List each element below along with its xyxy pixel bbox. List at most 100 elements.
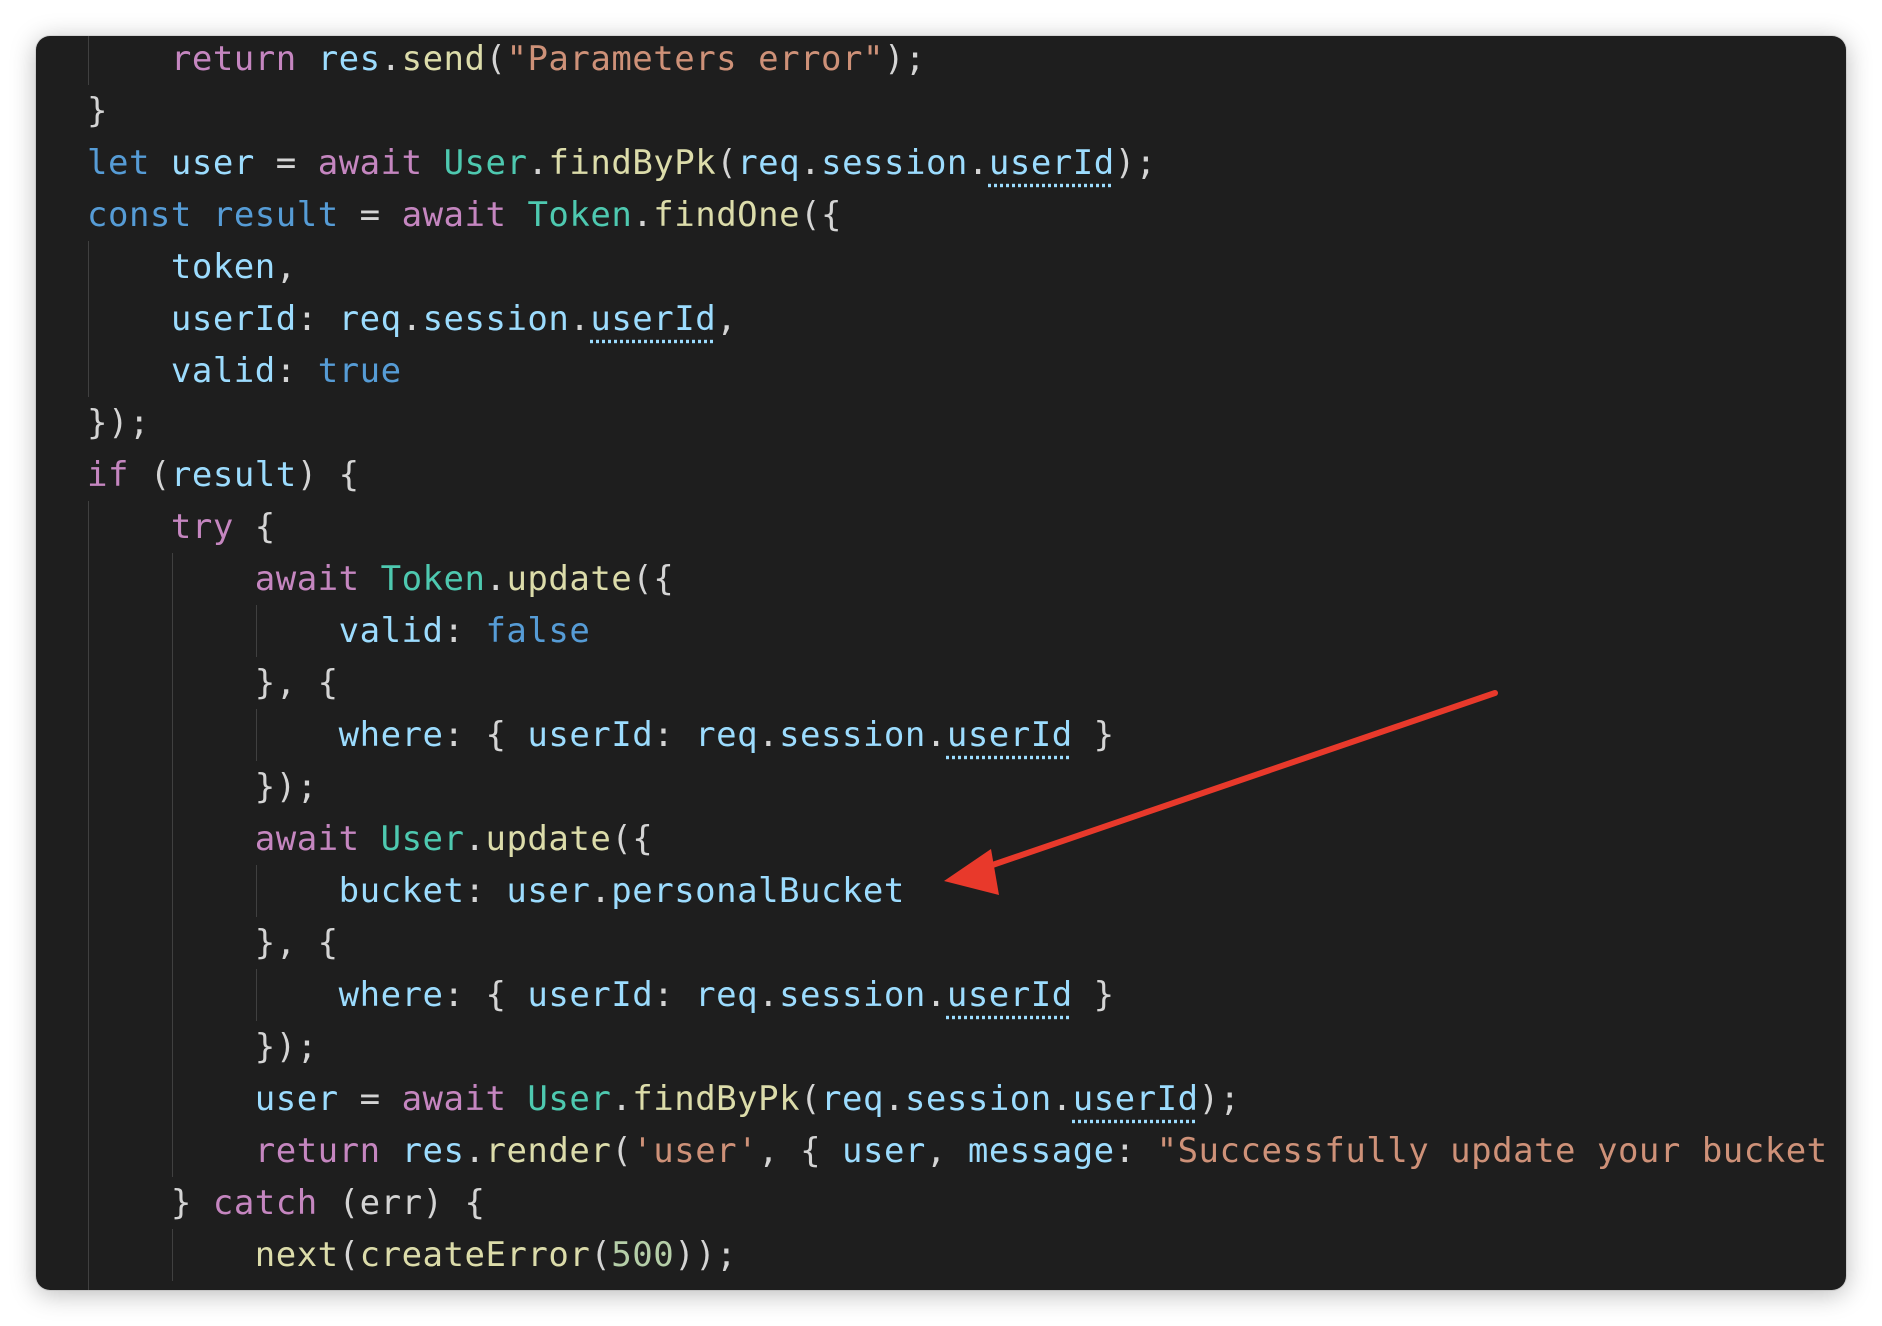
code-line[interactable]: try { <box>87 501 1846 553</box>
code-token: userId <box>946 975 1073 1015</box>
code-token: : { <box>443 715 528 755</box>
code-token: , { <box>758 1131 843 1171</box>
code-token: result <box>170 455 297 495</box>
code-token: user <box>254 1079 339 1119</box>
indent-guide <box>88 241 89 397</box>
code-line[interactable]: const result = await Token.findOne({ <box>87 189 1846 241</box>
code-token: : <box>1114 1131 1157 1171</box>
code-token: ( <box>485 39 507 79</box>
code-line[interactable]: token, <box>87 241 1846 293</box>
code-token: ( <box>611 1131 633 1171</box>
code-token: userId <box>946 715 1073 755</box>
code-token: if <box>87 455 129 495</box>
code-token: . <box>800 143 822 183</box>
code-line[interactable]: next(createError(500)); <box>87 1229 1846 1281</box>
code-token: (err) { <box>317 1183 486 1223</box>
code-line[interactable]: bucket: user.personalBucket <box>87 865 1846 917</box>
code-line[interactable]: if (result) { <box>87 449 1846 501</box>
code-token: const <box>87 195 192 235</box>
code-line[interactable]: where: { userId: req.session.userId } <box>87 969 1846 1021</box>
code-token: = <box>254 143 318 183</box>
code-line[interactable]: await User.update({ <box>87 813 1846 865</box>
code-token: update <box>506 559 633 599</box>
code-token: : <box>275 351 318 391</box>
code-token: . <box>758 975 780 1015</box>
code-token: res <box>317 39 381 79</box>
code-token: message <box>967 1131 1115 1171</box>
code-token: update <box>485 819 612 859</box>
code-line[interactable]: userId: req.session.userId, <box>87 293 1846 345</box>
code-line[interactable]: valid: true <box>87 345 1846 397</box>
code-token: . <box>485 559 507 599</box>
code-token: valid <box>170 351 276 391</box>
code-token: ({ <box>632 559 675 599</box>
code-token: req <box>821 1079 884 1119</box>
code-token: . <box>925 975 947 1015</box>
code-line[interactable]: } <box>87 85 1846 137</box>
code-editor[interactable]: return res.send("Parameters error");} let… <box>36 36 1846 1290</box>
code-line[interactable]: return res.send("Parameters error"); <box>87 36 1846 85</box>
code-token: User <box>527 1079 612 1119</box>
code-token: . <box>569 299 591 339</box>
code-token: valid <box>338 611 444 651</box>
code-token: { <box>233 507 276 547</box>
code-token: = <box>338 195 402 235</box>
code-line[interactable]: } catch (err) { <box>87 1177 1846 1229</box>
code-token: 'user' <box>632 1131 759 1171</box>
code-line[interactable]: }); <box>87 1021 1846 1073</box>
code-token: await <box>401 195 507 235</box>
code-line[interactable]: valid: false <box>87 605 1846 657</box>
code-token: Token <box>527 195 633 235</box>
code-token: token <box>170 247 276 287</box>
code-token: "Successfully update your bucket fr <box>1156 1131 1846 1171</box>
code-token: . <box>380 39 402 79</box>
code-lines[interactable]: return res.send("Parameters error");} let… <box>87 36 1846 1290</box>
code-token: , <box>925 1131 968 1171</box>
code-token: bucket <box>338 871 465 911</box>
code-token: } <box>87 91 108 131</box>
code-token: . <box>464 819 486 859</box>
code-token: res <box>401 1131 465 1171</box>
code-token: : <box>443 611 486 651</box>
code-token: . <box>883 1079 905 1119</box>
code-token: ); <box>1114 143 1157 183</box>
code-token: await <box>254 559 360 599</box>
code-token: req <box>338 299 402 339</box>
indent-guide <box>255 605 257 657</box>
code-token: catch <box>212 1183 318 1223</box>
code-token: where <box>338 715 444 755</box>
code-line[interactable]: }); <box>87 397 1846 449</box>
code-token: . <box>967 143 989 183</box>
code-line[interactable]: user = await User.findByPk(req.session.u… <box>87 1073 1846 1125</box>
code-token: session <box>422 299 570 339</box>
code-line[interactable]: } <box>87 1281 1846 1290</box>
code-token: ( <box>338 1235 360 1275</box>
code-token: userId <box>988 143 1115 183</box>
code-token: }, { <box>254 923 339 963</box>
code-token: . <box>758 715 780 755</box>
code-token: : <box>296 299 339 339</box>
code-line[interactable]: }, { <box>87 917 1846 969</box>
code-line[interactable]: where: { userId: req.session.userId } <box>87 709 1846 761</box>
code-line[interactable]: let user = await User.findByPk(req.sessi… <box>87 137 1846 189</box>
code-token: . <box>632 195 654 235</box>
indent-guide <box>88 36 89 85</box>
code-token: ) { <box>296 455 360 495</box>
code-line[interactable]: }); <box>87 761 1846 813</box>
code-token: next <box>254 1235 339 1275</box>
indent-guide <box>171 1229 173 1281</box>
code-line[interactable]: await Token.update({ <box>87 553 1846 605</box>
code-line[interactable]: return res.render('user', { user, messag… <box>87 1125 1846 1177</box>
code-line[interactable]: }, { <box>87 657 1846 709</box>
indent-guide <box>255 969 257 1021</box>
